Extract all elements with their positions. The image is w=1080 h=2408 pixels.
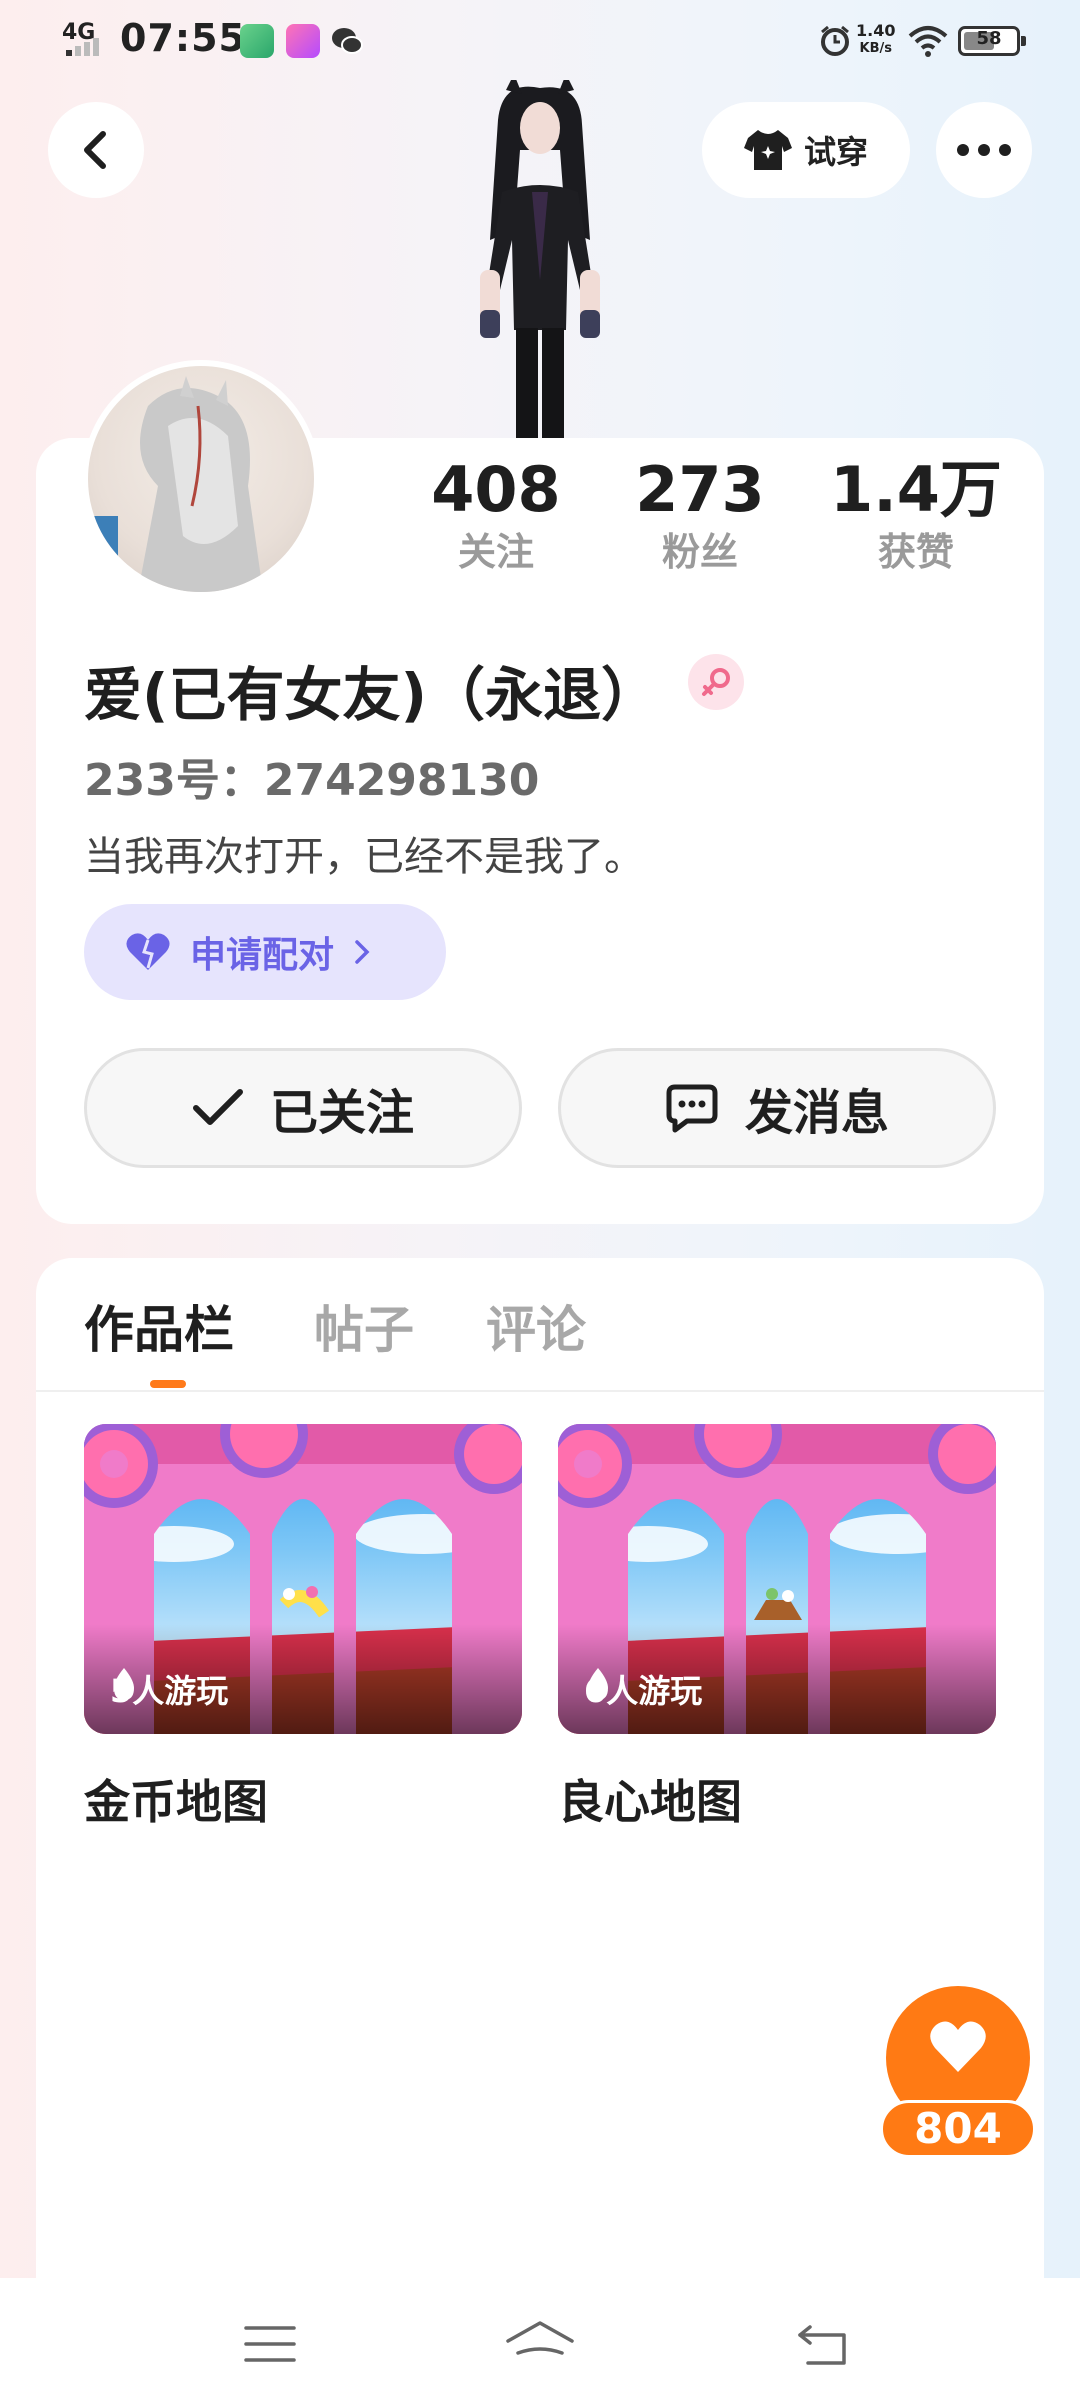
- shirt-icon: [743, 130, 792, 170]
- nav-back-button[interactable]: [782, 2314, 862, 2374]
- follow-label: 已关注: [269, 1085, 414, 1141]
- fire-icon: [114, 1668, 134, 1700]
- nav-home-button[interactable]: [500, 2314, 580, 2374]
- app-notification-icon: [286, 24, 320, 58]
- work-card[interactable]: 5人游玩 金币地图: [84, 1424, 522, 1832]
- return-icon: [798, 2325, 846, 2365]
- check-icon: [192, 1089, 243, 1125]
- signal-icon: [66, 38, 99, 56]
- back-icon: [84, 131, 106, 169]
- more-button[interactable]: [936, 102, 1032, 198]
- work-title[interactable]: 良心地图: [558, 1766, 996, 1832]
- work-card[interactable]: 6人游玩 良心地图: [558, 1424, 996, 1832]
- back-button[interactable]: [48, 102, 144, 198]
- avatar-3d-figure[interactable]: [440, 80, 640, 440]
- work-title[interactable]: 金币地图: [84, 1766, 522, 1832]
- stat-followers[interactable]: 273 粉丝: [600, 452, 800, 576]
- tab-works[interactable]: 作品栏: [84, 1290, 234, 1362]
- stat-label: 关注: [457, 530, 534, 574]
- tab-posts[interactable]: 帖子: [314, 1290, 414, 1362]
- status-bar: 4G 07:55 1.40 KB/s 58: [0, 0, 1080, 84]
- tab-indicator: [150, 1380, 186, 1388]
- system-nav-bar: [0, 2278, 1080, 2408]
- wifi-icon: [908, 26, 948, 57]
- stat-label: 获赞: [877, 530, 954, 574]
- chevron-right-icon: [355, 940, 370, 964]
- tab-comments[interactable]: 评论: [486, 1290, 586, 1362]
- alarm-icon: [821, 25, 849, 56]
- clock: 07:55: [120, 16, 246, 60]
- stat-following[interactable]: 408 关注: [396, 452, 596, 576]
- female-icon: [702, 668, 730, 696]
- app-notification-icon: [240, 24, 274, 58]
- like-button[interactable]: 804: [880, 1986, 1036, 2162]
- work-thumbnail[interactable]: 6人游玩: [558, 1424, 996, 1734]
- like-count: 804: [880, 2100, 1036, 2158]
- gender-badge: [688, 654, 744, 710]
- play-count: 6人游玩: [584, 1666, 702, 1712]
- stat-label: 粉丝: [661, 530, 738, 574]
- divider: [36, 1390, 1044, 1392]
- play-count: 5人游玩: [110, 1666, 228, 1712]
- try-on-button[interactable]: 试穿: [702, 102, 910, 198]
- request-pair-button[interactable]: 申请配对: [84, 904, 446, 1000]
- try-on-label: 试穿: [803, 133, 868, 171]
- send-message-button[interactable]: 发消息: [558, 1048, 996, 1168]
- stat-likes[interactable]: 1.4万 获赞: [816, 452, 1016, 576]
- net-speed: 1.40 KB/s: [856, 21, 896, 57]
- battery-icon: 58: [958, 26, 1026, 56]
- nav-menu-button[interactable]: [230, 2314, 310, 2374]
- more-icon: [957, 144, 1011, 156]
- wechat-icon: [332, 28, 363, 54]
- username: 爱(已有女友)（永退）: [84, 661, 660, 729]
- stat-value: 1.4万: [830, 453, 1002, 526]
- work-thumbnail[interactable]: 5人游玩: [84, 1424, 522, 1734]
- avatar[interactable]: [82, 360, 320, 598]
- heart-icon: [930, 2021, 986, 2072]
- menu-icon: [244, 2326, 296, 2362]
- stat-value: 408: [431, 453, 561, 526]
- following-button[interactable]: 已关注: [84, 1048, 522, 1168]
- home-icon: [506, 2321, 574, 2355]
- avatar-image: [88, 376, 263, 592]
- bio: 当我再次打开，已经不是我了。: [84, 834, 644, 880]
- user-id: 233号：274298130: [84, 755, 540, 806]
- heart-icon: [126, 933, 170, 970]
- stat-value: 273: [635, 453, 765, 526]
- pair-label: 申请配对: [190, 935, 335, 976]
- chat-icon: [666, 1084, 718, 1133]
- fire-icon: [588, 1668, 608, 1700]
- message-label: 发消息: [744, 1085, 889, 1141]
